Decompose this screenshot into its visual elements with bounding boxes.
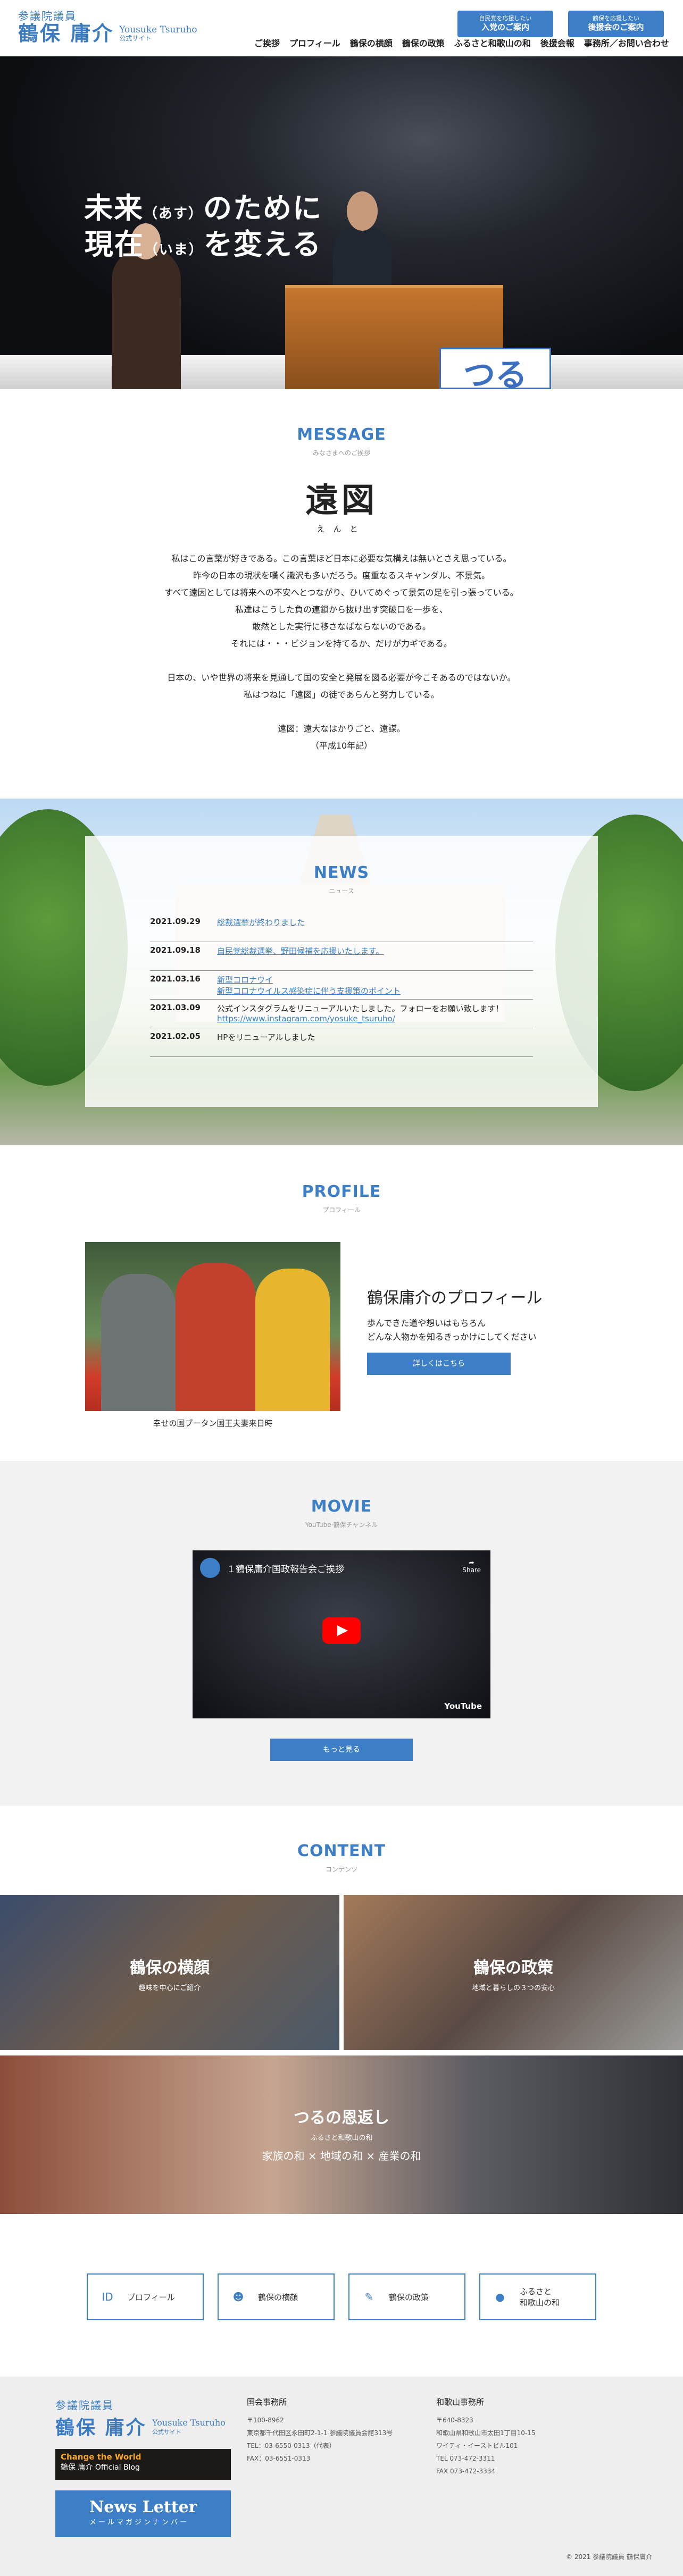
official-blog-banner[interactable]: Change the World 鶴保 庸介 Official Blog (55, 2449, 231, 2480)
play-icon[interactable] (322, 1617, 361, 1644)
supporters-label: 後援会のご案内 (588, 22, 644, 32)
bottom-nav-profile[interactable]: ID プロフィール (87, 2273, 204, 2320)
document-icon: ✎ (364, 2290, 374, 2303)
profile-heading: 鶴保庸介のプロフィール (367, 1289, 543, 1307)
fruit-icon: ● (495, 2290, 505, 2303)
supporters-small: 鶴保を応援したい (593, 15, 639, 22)
office-wakayama: 和歌山事務所 〒640-8323 和歌山県和歌山市太田1丁目10-15 ワイティ… (436, 2397, 536, 2475)
message-title: MESSAGE (297, 425, 386, 444)
message-section: MESSAGE みなさまへのご挨拶 遠図 えんと 私はこの言葉が好きである。この… (0, 389, 683, 799)
logo-en: Yousuke Tsuruho (119, 24, 197, 35)
nav-profile[interactable]: プロフィール (289, 36, 340, 49)
movie-subtitle: YouTube 鶴保チャンネル (305, 1521, 378, 1529)
supporters-button[interactable]: 鶴保を応援したい 後援会のご案内 (568, 11, 664, 37)
join-party-button[interactable]: 自民党を応援したい 入党のご案内 (457, 11, 553, 37)
id-card-icon: ID (102, 2290, 113, 2303)
bottom-nav-personal[interactable]: ☻ 鶴保の横顔 (218, 2273, 335, 2320)
global-nav: ご挨拶 プロフィール 鶴保の横顔 鶴保の政策 ふるさと和歌山の和 後援会報 事務… (254, 36, 669, 49)
news-item[interactable]: 2021.03.09 公式インスタグラムをリニューアルいたしました。フォローをお… (150, 1000, 533, 1028)
news-title: NEWS (313, 863, 370, 882)
profile-title: PROFILE (302, 1182, 381, 1201)
nav-personal[interactable]: 鶴保の横顔 (350, 36, 393, 49)
content-title: CONTENT (297, 1842, 386, 1860)
nav-newsletter[interactable]: 後援会報 (540, 36, 574, 49)
footer-logo[interactable]: 参議院議員 鶴保 庸介 Yousuke Tsuruho 公式サイト (55, 2397, 226, 2440)
bottom-nav: ID プロフィール ☻ 鶴保の横顔 ✎ 鶴保の政策 ● ふるさと 和歌山の和 (0, 2258, 683, 2377)
tile-policy[interactable]: 鶴保の政策 地域と暮らしの３つの安心 (344, 1895, 683, 2050)
news-item[interactable]: 2021.03.16 新型コロナウイ 新型コロナウイルス感染症に伴う支援策のポイン… (150, 971, 533, 1000)
profile-section: PROFILE プロフィール 幸せの国ブータン国王夫妻来日時 鶴保庸介のプロフィ… (0, 1145, 683, 1461)
site-footer: 参議院議員 鶴保 庸介 Yousuke Tsuruho 公式サイト Change … (0, 2377, 683, 2576)
logo-site: 公式サイト (119, 34, 152, 42)
nav-contact[interactable]: 事務所／お問い合わせ (584, 36, 669, 49)
more-videos-button[interactable]: もっと見る (270, 1739, 413, 1761)
join-party-small: 自民党を応援したい (479, 15, 532, 22)
share-button[interactable]: ➦ Share (462, 1559, 481, 1574)
hero-woman-figure (112, 223, 181, 389)
nav-hometown[interactable]: ふるさと和歌山の和 (454, 36, 531, 49)
site-logo[interactable]: 参議院議員 鶴保 庸介 Yousuke Tsuruho 公式サイト (18, 7, 197, 45)
tile-hometown[interactable]: つるの恩返し ふるさと和歌山の和 家族の和 × 地域の和 × 産業の和 (0, 2055, 683, 2214)
bottom-nav-policy[interactable]: ✎ 鶴保の政策 (348, 2273, 465, 2320)
nav-policy[interactable]: 鶴保の政策 (402, 36, 445, 49)
logo-title: 参議院議員 (18, 10, 77, 22)
calligraphy: 遠図 (305, 481, 378, 519)
video-title[interactable]: １鶴保庸介国政報告会ご挨拶 (227, 1562, 344, 1575)
content-section: CONTENT コンテンツ 鶴保の横顔 趣味を中心にご紹介 鶴保の政策 地域と暮… (0, 1806, 683, 2258)
join-party-label: 入党のご案内 (481, 22, 529, 32)
hero-catchcopy: 未来（あす）のために 現在（いま）を変える (84, 191, 323, 261)
youtube-logo[interactable]: YouTube (444, 1701, 482, 1711)
news-item[interactable]: 2021.09.29 総裁選挙が終わりました (150, 913, 533, 942)
nav-greeting[interactable]: ご挨拶 (254, 36, 280, 49)
channel-avatar[interactable] (200, 1558, 220, 1578)
youtube-video-player[interactable]: １鶴保庸介国政報告会ご挨拶 ➦ Share YouTube (193, 1550, 490, 1718)
movie-title: MOVIE (311, 1497, 372, 1516)
office-tokyo: 国会事務所 〒100-8962 東京都千代田区永田町2-1-1 参議院議員会館3… (247, 2397, 393, 2462)
site-header: 参議院議員 鶴保 庸介 Yousuke Tsuruho 公式サイト 自民党を応援し… (0, 0, 683, 56)
profile-subtitle: プロフィール (322, 1206, 361, 1214)
profile-detail-button[interactable]: 詳しくはこちら (367, 1353, 511, 1375)
copyright: © 2021 参議院議員 鶴保庸介 (566, 2553, 652, 2561)
news-list: 2021.09.29 総裁選挙が終わりました 2021.09.18 自民党総裁選… (150, 913, 533, 1057)
tile-personal[interactable]: 鶴保の横顔 趣味を中心にご紹介 (0, 1895, 339, 2050)
logo-name: 鶴保 庸介 (18, 22, 114, 45)
news-item[interactable]: 2021.09.18 自民党総裁選挙、野田候補を応援いたします。 (150, 942, 533, 971)
profile-desc: 歩んできた道や想いはもちろん どんな人物かを知るきっかけにしてください (367, 1318, 537, 1342)
hero-banner: つる 未来（あす）のために 現在（いま）を変える (0, 56, 683, 389)
profile-photo (85, 1242, 340, 1411)
calligraphy-ruby: えんと (316, 524, 367, 534)
news-item[interactable]: 2021.02.05 HPをリニューアルしました (150, 1028, 533, 1057)
hero-poster: つる (439, 348, 551, 389)
message-body: 私はこの言葉が好きである。この言葉ほど日本に必要な気構えは無いとさえ思っている。… (164, 553, 519, 751)
message-subtitle: みなさまへのご挨拶 (312, 449, 370, 457)
news-section: NEWS ニュース 2021.09.29 総裁選挙が終わりました 2021.09… (0, 799, 683, 1145)
newsletter-banner[interactable]: News Letter メールマガジンナンバー (55, 2490, 231, 2537)
news-subtitle: ニュース (329, 887, 354, 895)
movie-section: MOVIE YouTube 鶴保チャンネル １鶴保庸介国政報告会ご挨拶 ➦ Sha… (0, 1461, 683, 1806)
bottom-nav-hometown[interactable]: ● ふるさと 和歌山の和 (479, 2273, 596, 2320)
news-card: NEWS ニュース 2021.09.29 総裁選挙が終わりました 2021.09… (85, 836, 598, 1107)
person-icon: ☻ (232, 2290, 244, 2303)
content-subtitle: コンテンツ (325, 1866, 357, 1873)
profile-photo-caption: 幸せの国ブータン国王夫妻来日時 (153, 1419, 273, 1428)
